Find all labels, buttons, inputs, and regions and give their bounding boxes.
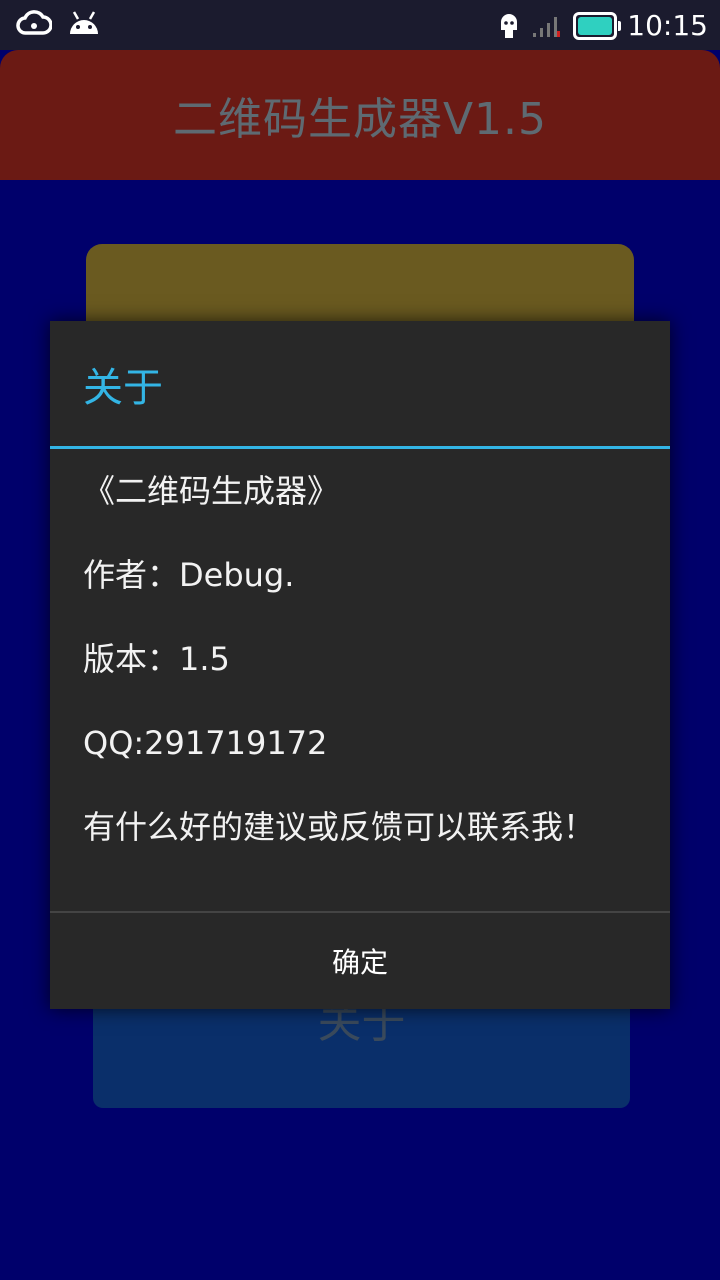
app-title: 二维码生成器V1.5 (172, 94, 548, 145)
dialog-footer: 确定 (50, 911, 670, 1009)
battery-level (578, 17, 613, 35)
ok-button[interactable]: 确定 (50, 913, 670, 1009)
message-app-name: 《二维码生成器》 (83, 472, 340, 510)
status-time: 10:15 (627, 9, 708, 42)
status-bar: 10:15 (0, 0, 720, 50)
dialog-title: 关于 (83, 364, 163, 411)
cloud-icon (16, 10, 52, 35)
about-dialog: 关于 《二维码生成器》 作者：Debug. 版本：1.5 QQ:29171917… (50, 321, 670, 1009)
message-version: 版本：1.5 (83, 640, 230, 678)
message-feedback: 有什么好的建议或反馈可以联系我！ (83, 808, 596, 846)
app-header: 二维码生成器V1.5 (0, 50, 720, 180)
screen: 10:15 二维码生成器V1.5 关于 关于 《二维码生成器》 作者：Debug… (0, 0, 720, 1280)
status-right-icons: 10:15 (497, 6, 708, 46)
android-icon (70, 11, 98, 34)
status-left-icons (16, 8, 102, 36)
usb-debug-icon (501, 14, 518, 38)
dialog-message: 《二维码生成器》 作者：Debug. 版本：1.5 QQ:291719172 有… (83, 471, 623, 847)
message-qq: QQ:291719172 (83, 724, 328, 762)
signal-icon (533, 17, 561, 37)
message-author: 作者：Debug. (83, 556, 295, 594)
battery-icon (573, 12, 622, 40)
dialog-header: 关于 (50, 321, 670, 449)
